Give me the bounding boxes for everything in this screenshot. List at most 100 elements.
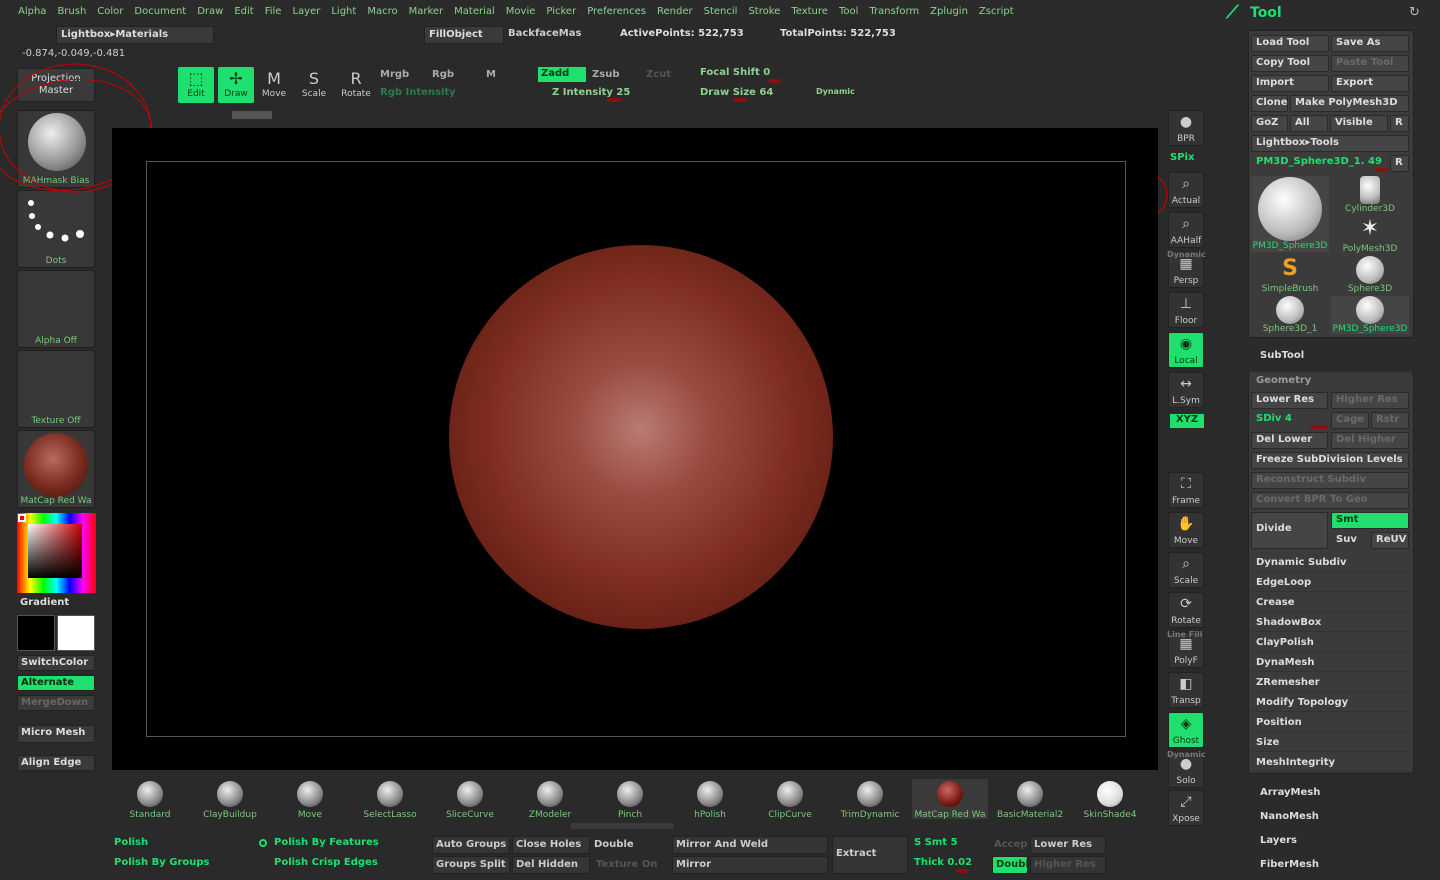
menu-zscript[interactable]: Zscript — [979, 6, 1014, 17]
draw-mode-button[interactable]: ✢ Draw — [218, 67, 254, 103]
lightbox-materials-button[interactable]: Lightbox▸Materials — [56, 26, 214, 44]
reuv-toggle[interactable]: ReUV — [1371, 532, 1409, 549]
paste-tool-button[interactable]: Paste Tool — [1331, 55, 1409, 72]
export-button[interactable]: Export — [1331, 75, 1409, 92]
copy-tool-button[interactable]: Copy Tool — [1251, 55, 1329, 72]
color-picker-square[interactable] — [28, 524, 82, 578]
double-sided-toggle[interactable]: Doubl — [992, 856, 1028, 874]
edit-mode-button[interactable]: ⬚ Edit — [178, 67, 214, 103]
zadd-button[interactable]: Zadd — [538, 67, 586, 82]
menu-light[interactable]: Light — [331, 6, 356, 17]
z-intensity-handle[interactable] — [607, 98, 621, 102]
m-button[interactable]: M — [486, 69, 496, 80]
section-arraymesh[interactable]: ArrayMesh — [1260, 787, 1320, 798]
color-picker[interactable] — [17, 513, 96, 593]
tool-thumb-sphere3d[interactable]: Sphere3D — [1331, 256, 1409, 294]
section-zremesher[interactable]: ZRemesher — [1250, 674, 1412, 692]
divide-button[interactable]: Divide — [1251, 512, 1328, 549]
smt-toggle[interactable]: Smt — [1331, 512, 1409, 529]
mirror-and-weld-button[interactable]: Mirror And Weld — [672, 836, 828, 854]
micro-mesh-button[interactable]: Micro Mesh — [17, 725, 95, 743]
tool-thumb-sphere3d-1[interactable]: Sphere3D_1 — [1251, 296, 1329, 334]
switch-color-button[interactable]: SwitchColor — [17, 655, 95, 671]
brush-trimdynamic[interactable]: TrimDynamic — [832, 779, 908, 820]
reconstruct-subdiv-button[interactable]: Reconstruct Subdiv — [1251, 472, 1409, 489]
lower-res-button[interactable]: Lower Res — [1251, 392, 1328, 409]
suv-toggle[interactable]: Suv — [1331, 532, 1369, 549]
transp-button[interactable]: ◧ Transp — [1168, 672, 1204, 708]
canvas[interactable] — [112, 128, 1158, 770]
bottom-lower-res-button[interactable]: Lower Res — [1030, 836, 1106, 854]
current-tool-handle[interactable] — [1376, 168, 1388, 172]
current-tool-r-button[interactable]: R — [1390, 155, 1409, 172]
fill-object-button[interactable]: FillObject — [424, 26, 504, 44]
brush-pinch[interactable]: Pinch — [592, 779, 668, 820]
section-dynamic-subdiv[interactable]: Dynamic Subdiv — [1250, 554, 1412, 572]
scale-button[interactable]: ⌕ Scale — [1168, 552, 1204, 588]
menu-edit[interactable]: Edit — [234, 6, 253, 17]
tool-thumb-pm3d-sphere3d[interactable]: PM3D_Sphere3D — [1331, 296, 1409, 334]
menu-transform[interactable]: Transform — [869, 6, 919, 17]
mirror-button[interactable]: Mirror — [672, 856, 828, 874]
brush-claybuildup[interactable]: ClayBuildup — [192, 779, 268, 820]
section-meshintegrity[interactable]: MeshIntegrity — [1250, 754, 1412, 772]
menu-marker[interactable]: Marker — [409, 6, 444, 17]
menu-color[interactable]: Color — [97, 6, 123, 17]
section-shadowbox[interactable]: ShadowBox — [1250, 614, 1412, 632]
secondary-color-swatch[interactable] — [57, 615, 95, 651]
polish-toggle[interactable]: Polish — [114, 837, 148, 848]
brush-basicmaterial2[interactable]: BasicMaterial2 — [992, 779, 1068, 820]
menu-macro[interactable]: Macro — [367, 6, 397, 17]
rgb-intensity-slider[interactable]: Rgb Intensity — [380, 87, 456, 98]
brush-clipcurve[interactable]: ClipCurve — [752, 779, 828, 820]
section-layers[interactable]: Layers — [1260, 835, 1297, 846]
rgb-button[interactable]: Rgb — [432, 69, 454, 80]
bpr-button[interactable]: ● BPR — [1168, 110, 1204, 146]
brush-hpolish[interactable]: hPolish — [672, 779, 748, 820]
goz-visible-button[interactable]: Visible — [1330, 115, 1388, 132]
rotate-button[interactable]: ⟳ Rotate — [1168, 592, 1204, 628]
brush-slot[interactable]: MAHmask Bias — [17, 110, 95, 188]
section-claypolish[interactable]: ClayPolish — [1250, 634, 1412, 652]
brush-selectlasso[interactable]: SelectLasso — [352, 779, 428, 820]
merge-down-button[interactable]: MergeDown — [17, 695, 95, 711]
menu-texture[interactable]: Texture — [791, 6, 828, 17]
thick-handle[interactable] — [956, 869, 968, 873]
section-size[interactable]: Size — [1250, 734, 1412, 752]
material-slot[interactable]: MatCap Red Wa — [17, 430, 95, 508]
local-button[interactable]: ◉ Local — [1168, 332, 1204, 368]
menu-movie[interactable]: Movie — [506, 6, 536, 17]
zsub-button[interactable]: Zsub — [592, 69, 619, 80]
s-smt-slider[interactable]: S Smt 5 — [914, 837, 958, 848]
clone-button[interactable]: Clone — [1251, 95, 1288, 112]
projection-master-button[interactable]: Projection Master — [17, 68, 95, 102]
z-intensity-slider[interactable]: Z Intensity 25 — [552, 87, 630, 98]
menu-tool[interactable]: Tool — [839, 6, 858, 17]
brush-skinshade4[interactable]: SkinShade4 — [1072, 779, 1148, 820]
brush-matcap-red-wa[interactable]: MatCap Red Wa — [912, 779, 988, 820]
cage-button[interactable]: Cage — [1331, 412, 1369, 429]
goz-r-button[interactable]: R — [1390, 115, 1409, 132]
menu-picker[interactable]: Picker — [546, 6, 576, 17]
section-nanomesh[interactable]: NanoMesh — [1260, 811, 1319, 822]
make-polymesh-button[interactable]: Make PolyMesh3D — [1290, 95, 1409, 112]
tool-thumb-cylinder3d[interactable]: Cylinder3D — [1331, 176, 1409, 214]
del-higher-button[interactable]: Del Higher — [1331, 432, 1409, 449]
frame-button[interactable]: ⛶ Frame — [1168, 472, 1204, 508]
stroke-slot[interactable]: Dots — [17, 190, 95, 268]
canvas-scrollbar-top[interactable] — [232, 111, 272, 119]
menu-document[interactable]: Document — [134, 6, 186, 17]
brush-zmodeler[interactable]: ZModeler — [512, 779, 588, 820]
load-tool-button[interactable]: Load Tool — [1251, 35, 1329, 52]
menu-preferences[interactable]: Preferences — [587, 6, 646, 17]
brush-move[interactable]: Move — [272, 779, 348, 820]
spix-toggle[interactable]: SPix — [1170, 152, 1194, 163]
section-modify-topology[interactable]: Modify Topology — [1250, 694, 1412, 712]
sdiv-handle[interactable] — [1310, 425, 1328, 429]
palette-reset-icon[interactable]: ↻ — [1409, 5, 1420, 20]
menu-brush[interactable]: Brush — [57, 6, 86, 17]
extract-button[interactable]: Extract — [832, 836, 908, 874]
draw-size-handle[interactable] — [733, 98, 747, 102]
menu-zplugin[interactable]: Zplugin — [930, 6, 968, 17]
texture-on-toggle[interactable]: Texture On — [596, 859, 657, 870]
